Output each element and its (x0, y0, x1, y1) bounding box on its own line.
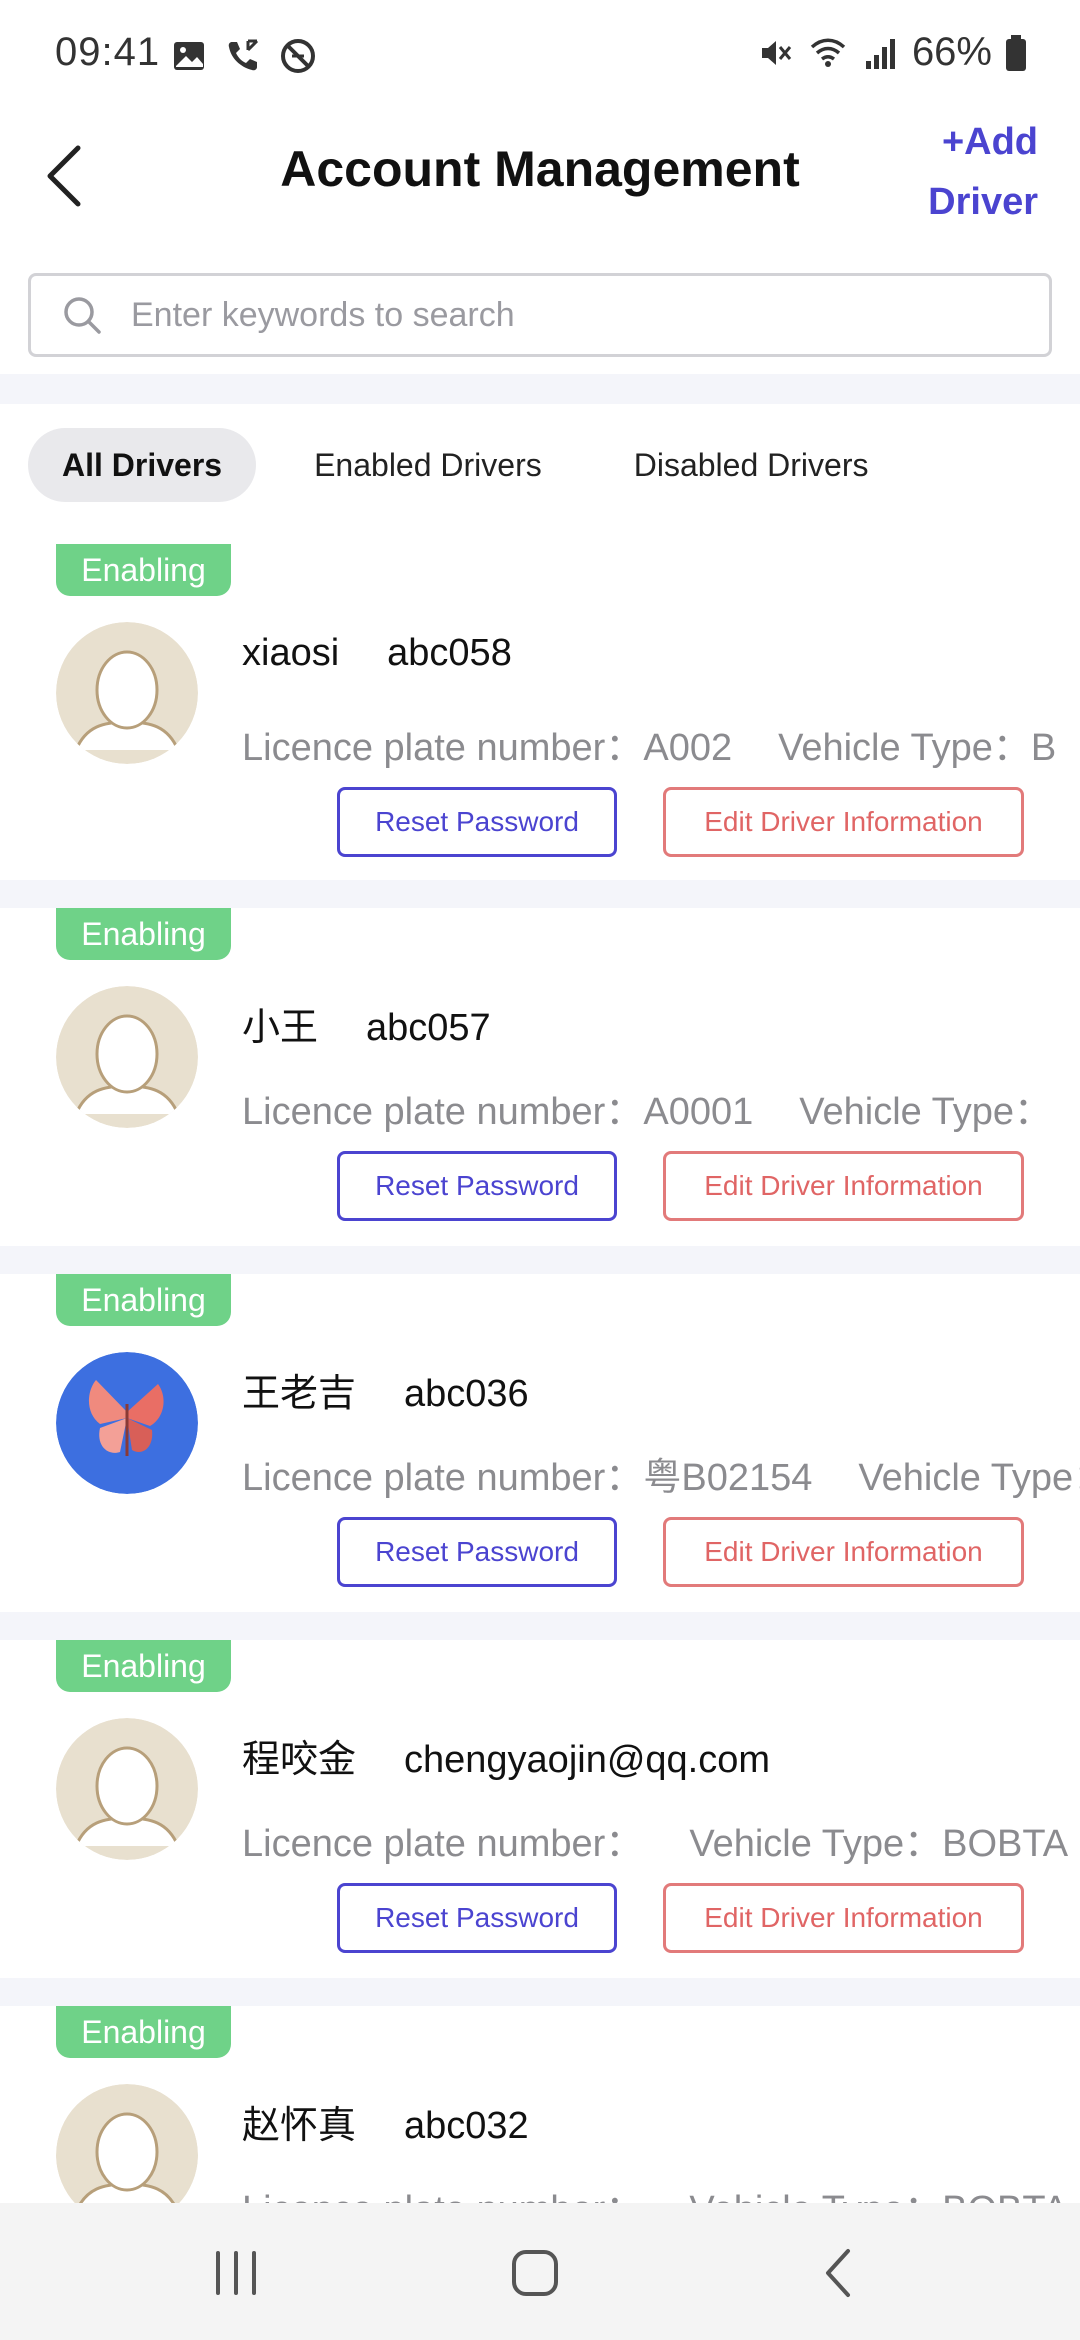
butterfly-avatar-icon (56, 1352, 198, 1494)
card-divider (0, 1612, 1080, 1640)
driver-name: 王老吉 (242, 1373, 357, 1415)
driver-card: Enabling 程咬金 chengyaojin@qq.com Licence p… (0, 1640, 1080, 1978)
signal-icon (865, 38, 895, 69)
home-icon[interactable] (505, 2243, 565, 2303)
system-navbar (0, 2203, 1080, 2340)
vehicle-type-value: B (1030, 727, 1057, 769)
status-bar: 09:41 66% (0, 0, 1080, 112)
wifi-icon (810, 38, 846, 67)
vehicle-type-label: Vehicle Type： (799, 1091, 1053, 1133)
search-box[interactable] (28, 273, 1052, 357)
driver-name-line: 赵怀真 abc032 (242, 2094, 529, 2149)
call-icon (228, 39, 259, 71)
driver-name-line: 小王 abc057 (242, 996, 491, 1051)
vehicle-type-label: Vehicle Type： (858, 1457, 1080, 1499)
driver-name: 赵怀真 (242, 2105, 357, 2147)
default-avatar-icon (56, 986, 198, 1128)
status-badge: Enabling (56, 1274, 231, 1326)
add-driver-button[interactable]: +Add Driver (878, 112, 1038, 232)
vehicle-type-label: Vehicle Type： (778, 727, 1031, 769)
status-badge: Enabling (56, 908, 231, 960)
vehicle-type-value: BOBTA (942, 1823, 1069, 1865)
plate-value: A0001 (643, 1091, 754, 1133)
search-input[interactable] (131, 282, 1031, 348)
plate-label: Licence plate number： (242, 1823, 644, 1865)
driver-name-line: 王老吉 abc036 (242, 1362, 529, 1417)
driver-plate-line: Licence plate number：粤B02154 Vehicle Type… (242, 1446, 1080, 1501)
driver-account: abc032 (404, 2105, 529, 2147)
plate-value: A002 (643, 727, 733, 769)
card-divider (0, 1246, 1080, 1274)
reset-password-button[interactable]: Reset Password (337, 1517, 617, 1587)
plate-label: Licence plate number： (242, 1091, 644, 1133)
driver-card: Enabling 赵怀真 abc032 Licence plate number：… (0, 2006, 1080, 2203)
driver-account: abc058 (387, 632, 512, 674)
recent-apps-icon[interactable] (206, 2243, 266, 2303)
header: Account Management +Add Driver (0, 112, 1080, 262)
vehicle-type-label: Vehicle Type： (689, 2189, 942, 2203)
battery-icon (1006, 34, 1026, 71)
add-driver-label-line1: +Add (941, 121, 1038, 163)
avatar (56, 1352, 198, 1494)
tab-all-drivers[interactable]: All Drivers (28, 428, 257, 502)
status-badge: Enabling (56, 544, 231, 596)
driver-name: 程咬金 (242, 1739, 357, 1781)
search-icon (64, 297, 101, 334)
edit-driver-button[interactable]: Edit Driver Information (663, 1517, 1024, 1587)
driver-name-line: xiaosi abc058 (242, 632, 512, 675)
card-divider (0, 1978, 1080, 2006)
plate-label: Licence plate number： (242, 1457, 644, 1499)
driver-card: Enabling 王老吉 abc036 Licence plate number：… (0, 1274, 1080, 1612)
edit-driver-button[interactable]: Edit Driver Information (663, 787, 1024, 857)
avatar (56, 986, 198, 1128)
driver-account: abc057 (366, 1007, 491, 1049)
driver-plate-line: Licence plate number：A002 Vehicle Type：B (242, 716, 1056, 771)
reset-password-button[interactable]: Reset Password (337, 1151, 617, 1221)
mute-icon (761, 40, 792, 65)
status-badge: Enabling (56, 1640, 231, 1692)
driver-name-line: 程咬金 chengyaojin@qq.com (242, 1728, 770, 1783)
tab-enabled-drivers[interactable]: Enabled Drivers (280, 428, 576, 502)
edit-driver-button[interactable]: Edit Driver Information (663, 1151, 1024, 1221)
back-icon[interactable] (810, 2243, 870, 2303)
driver-account: abc036 (404, 1373, 529, 1415)
card-divider (0, 880, 1080, 908)
plate-label: Licence plate number： (242, 2189, 643, 2203)
edit-driver-button[interactable]: Edit Driver Information (663, 1883, 1024, 1953)
default-avatar-icon (56, 622, 198, 764)
avatar (56, 622, 198, 764)
driver-account: chengyaojin@qq.com (404, 1739, 771, 1781)
tab-disabled-drivers[interactable]: Disabled Drivers (600, 428, 903, 502)
driver-card: Enabling 小王 abc057 Licence plate number：A… (0, 908, 1080, 1246)
vehicle-type-label: Vehicle Type： (689, 1823, 943, 1865)
section-divider (0, 374, 1080, 404)
avatar (56, 1718, 198, 1860)
status-time: 09:41 (55, 30, 161, 74)
default-avatar-icon (56, 1718, 198, 1860)
status-right: 66% (756, 30, 1028, 75)
default-avatar-icon (56, 2084, 198, 2203)
plate-value: 粤B02154 (643, 1457, 813, 1499)
reset-password-button[interactable]: Reset Password (337, 787, 617, 857)
battery-percent: 66% (911, 30, 992, 74)
status-left-icons (170, 36, 318, 76)
blocked-icon (281, 39, 315, 73)
driver-name: xiaosi (242, 632, 340, 674)
driver-plate-line: Licence plate number： Vehicle Type：BOBTA (242, 2178, 1068, 2203)
reset-password-button[interactable]: Reset Password (337, 1883, 617, 1953)
avatar (56, 2084, 198, 2203)
filter-tabs: All Drivers Enabled Drivers Disabled Dri… (28, 428, 926, 502)
driver-plate-line: Licence plate number：A0001 Vehicle Type： (242, 1080, 1052, 1135)
driver-name: 小王 (242, 1007, 319, 1049)
status-badge: Enabling (56, 2006, 231, 2058)
driver-plate-line: Licence plate number： Vehicle Type：BOBTA (242, 1812, 1068, 1867)
driver-card: Enabling xiaosi abc058 Licence plate numb… (0, 544, 1080, 880)
gallery-icon (174, 42, 204, 70)
vehicle-type-value: BOBTA (942, 2189, 1068, 2203)
add-driver-label-line2: Driver (928, 181, 1038, 223)
plate-label: Licence plate number： (242, 727, 644, 769)
